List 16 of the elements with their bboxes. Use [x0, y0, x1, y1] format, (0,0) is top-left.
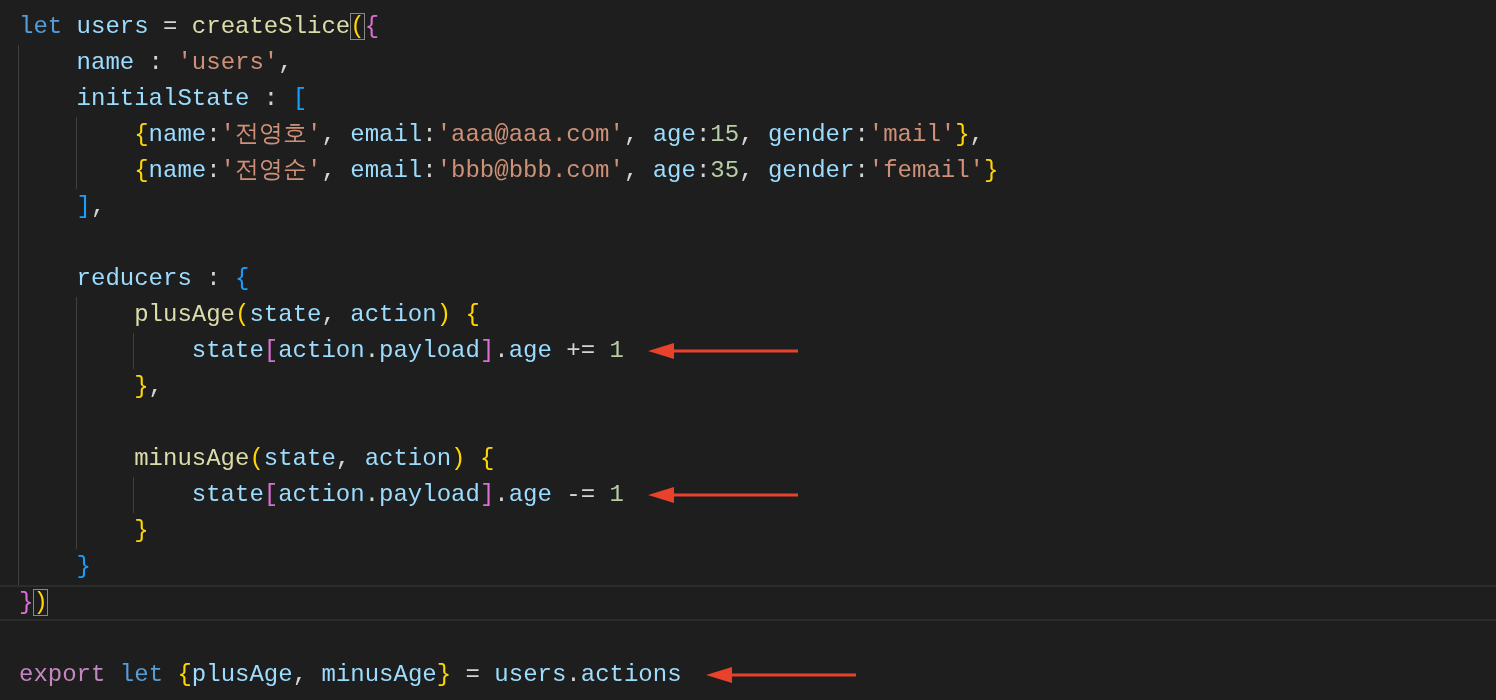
code-line: })	[19, 588, 48, 618]
code-line: state[action.payload].age -= 1	[191, 480, 624, 510]
code-line: let users = createSlice({	[19, 12, 380, 42]
code-line: },	[134, 372, 163, 402]
code-line: }	[134, 516, 149, 546]
code-line: reducers : {	[76, 264, 250, 294]
code-line: export let {plusAge, minusAge} = users.actions	[19, 660, 682, 690]
code-line: plusAge(state, action) {	[134, 300, 480, 330]
code-line: }	[76, 552, 91, 582]
code-line: ],	[76, 192, 106, 222]
code-line: name : 'users',	[76, 48, 293, 78]
code-line: {name:'전영순', email:'bbb@bbb.com', age:35, gender:'femail'}	[134, 156, 999, 186]
code-line: initialState : [	[76, 84, 308, 114]
code-line: minusAge(state, action) {	[134, 444, 495, 474]
code-line: state[action.payload].age += 1	[191, 336, 624, 366]
code-line: {name:'전영호', email:'aaa@aaa.com', age:15, gender:'mail'},	[134, 120, 984, 150]
